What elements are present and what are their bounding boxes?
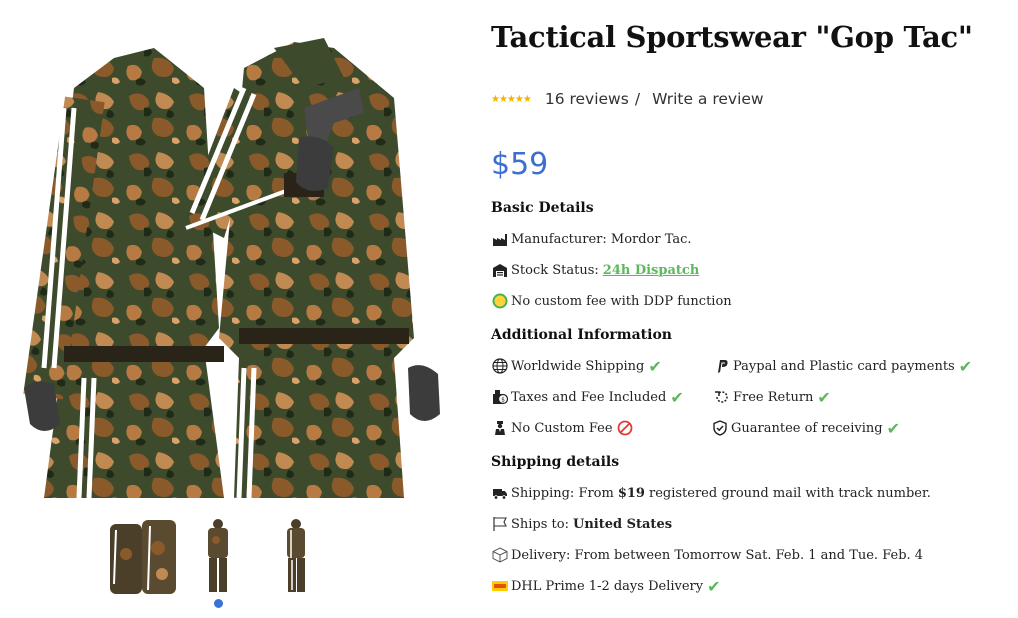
additional-info-heading: Additional Information: [491, 327, 672, 343]
stock-status-link[interactable]: 24h Dispatch: [603, 263, 699, 278]
free-return-row: Free Return ✔: [713, 387, 831, 407]
customs-officer-icon: [491, 419, 509, 437]
gallery-active-dot[interactable]: [214, 599, 223, 608]
no-custom-fee-row: No Custom Fee: [491, 418, 636, 438]
factory-icon: [491, 230, 509, 248]
worldwide-shipping-text: Worldwide Shipping: [511, 358, 645, 374]
manufacturer-row: Manufacturer: Mordor Tac.: [491, 229, 692, 249]
check-icon: ✔: [648, 356, 662, 376]
check-icon: ✔: [958, 356, 973, 376]
return-arrow-icon: [713, 388, 731, 406]
ships-to-row: Ships to: United States: [491, 514, 672, 534]
paypal-icon: [713, 357, 731, 375]
shipping-price: $19: [617, 485, 645, 501]
ships-to-country[interactable]: United States: [573, 517, 672, 532]
check-icon: ✔: [670, 387, 684, 407]
tax-badge-icon: [491, 292, 509, 310]
dhl-row: DHL Prime 1-2 days Delivery ✔: [491, 576, 721, 596]
guarantee-text: Guarantee of receiving: [731, 420, 883, 436]
product-main-image[interactable]: [4, 28, 474, 500]
product-title: Tactical Sportswear "Gop Tac": [491, 20, 973, 54]
worldwide-shipping-row: Worldwide Shipping ✔: [491, 356, 662, 376]
manufacturer-text: Manufacturer: Mordor Tac.: [511, 231, 692, 247]
rating-stars-icon: ★★★★★: [491, 93, 532, 105]
write-review-link[interactable]: Write a review: [652, 90, 764, 108]
gallery-thumbnail-3[interactable]: [258, 514, 334, 596]
flag-icon: [491, 515, 509, 533]
taxes-text: Taxes and Fee Included: [511, 389, 667, 405]
shipping-prefix-text: Shipping: From: [511, 485, 614, 501]
no-custom-fee-text: No Custom Fee: [511, 420, 613, 436]
payments-text: Paypal and Plastic card payments: [733, 358, 955, 374]
check-icon: ✔: [707, 576, 721, 596]
custom-fee-text: No custom fee with DDP function: [511, 293, 732, 309]
rating-separator: /: [634, 90, 641, 108]
shield-check-icon: [711, 419, 729, 437]
guarantee-row: Guarantee of receiving ✔: [711, 418, 900, 438]
check-icon: ✔: [817, 387, 831, 407]
dhl-text: DHL Prime 1-2 days Delivery: [511, 578, 704, 594]
reviews-count-link[interactable]: 16 reviews: [545, 90, 629, 108]
gallery-thumbnail-2[interactable]: [180, 514, 256, 596]
warehouse-icon: [491, 261, 509, 279]
product-price: $59: [491, 147, 549, 182]
prohibited-icon: [616, 419, 634, 437]
delivery-row: Delivery: From between Tomorrow Sat. Feb…: [491, 545, 923, 565]
tax-doc-icon: $: [491, 388, 509, 406]
stock-status-label: Stock Status:: [511, 262, 599, 278]
shipping-suffix-text: registered ground mail with track number…: [648, 485, 931, 501]
shipping-details-heading: Shipping details: [491, 454, 620, 470]
basic-details-heading: Basic Details: [491, 200, 594, 216]
rating-row: ★★★★★ 16 reviews / Write a review: [491, 88, 764, 110]
gallery-thumbnail-1[interactable]: [106, 514, 182, 596]
stock-status-row: Stock Status: 24h Dispatch: [491, 260, 699, 280]
globe-icon: [491, 357, 509, 375]
shipping-cost-row: Shipping: From $19 registered ground mai…: [491, 483, 931, 503]
payments-row: Paypal and Plastic card payments ✔: [713, 356, 972, 376]
free-return-text: Free Return: [733, 389, 814, 405]
truck-icon: [491, 484, 509, 502]
check-icon: ✔: [886, 418, 901, 438]
dhl-logo-icon: [491, 577, 509, 595]
svg-text:$: $: [501, 397, 505, 404]
package-icon: [491, 546, 509, 564]
ships-to-label: Ships to:: [511, 516, 569, 532]
custom-fee-row: No custom fee with DDP function: [491, 291, 732, 311]
taxes-row: $ Taxes and Fee Included ✔: [491, 387, 684, 407]
delivery-text: Delivery: From between Tomorrow Sat. Feb…: [511, 547, 924, 563]
